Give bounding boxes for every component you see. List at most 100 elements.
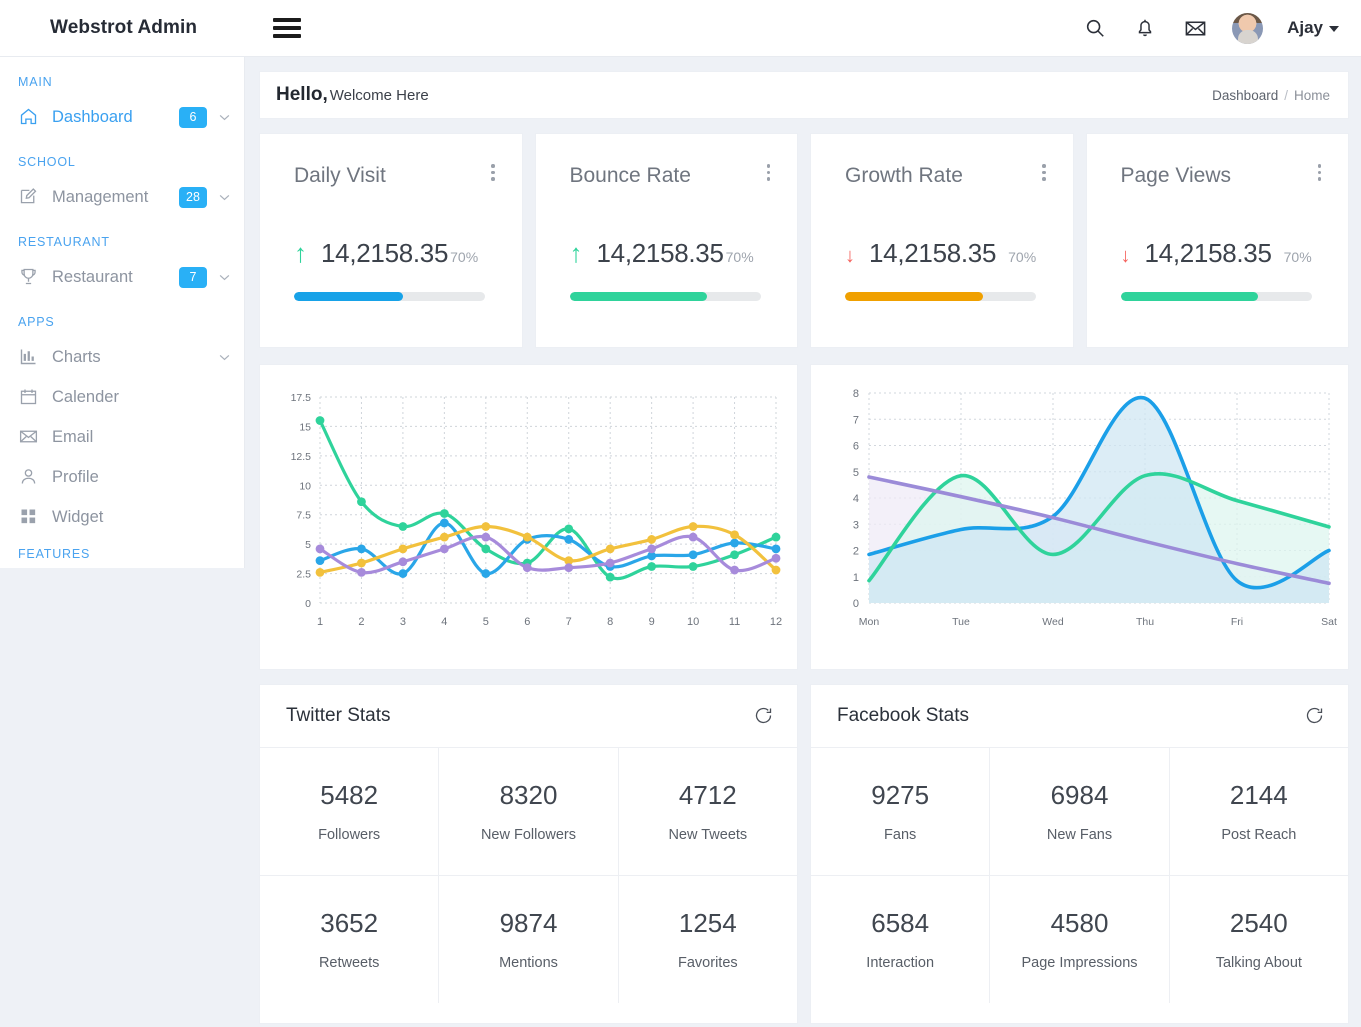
stat-value: 4580 bbox=[1050, 908, 1109, 938]
stats-row: 6584 Interaction 4580 Page Impressions 2540 T… bbox=[811, 875, 1348, 1003]
sidebar-section-restaurant: RESTAURANT bbox=[18, 235, 110, 249]
svg-text:5: 5 bbox=[853, 467, 859, 479]
stat-label: New Followers bbox=[480, 827, 577, 843]
kpi-progress-track bbox=[294, 292, 485, 301]
envelope-icon[interactable] bbox=[1182, 15, 1208, 41]
kpi-value-row: ↓ 14,2158.35 70% bbox=[845, 238, 1039, 269]
sidebar-item-label: Widget bbox=[52, 507, 104, 526]
stat-label: New Tweets bbox=[668, 827, 748, 843]
stat-cell: 9275 Fans bbox=[811, 747, 990, 875]
sidebar-item-calender[interactable]: Calender bbox=[0, 377, 244, 417]
social-panel-twitter-stats: Twitter Stats 5482 Followers 8320 New Follow… bbox=[259, 684, 798, 1024]
stats-row: 3652 Retweets 9874 Mentions 1254 Favorites bbox=[260, 875, 797, 1003]
kpi-title: Daily Visit bbox=[294, 164, 386, 187]
envelope-icon bbox=[18, 426, 40, 448]
kpi-menu-icon[interactable] bbox=[1042, 164, 1046, 181]
dashboard-page: Webstrot Admin Ajay MAIN Dashboard 6 SCH… bbox=[0, 0, 1361, 1027]
sidebar-section-features: FEATURES bbox=[18, 547, 91, 561]
kpi-value-row: ↑ 14,2158.35 70% bbox=[294, 238, 488, 269]
trend-up-icon: ↑ bbox=[294, 238, 307, 268]
svg-text:7: 7 bbox=[853, 414, 859, 426]
sidebar-item-label: Restaurant bbox=[52, 267, 133, 286]
chevron-down-icon[interactable] bbox=[219, 274, 230, 281]
kpi-progress-fill bbox=[294, 292, 403, 301]
hamburger-icon[interactable] bbox=[273, 18, 302, 38]
bell-icon[interactable] bbox=[1132, 15, 1158, 41]
multi-line-chart-card: 0 2.5 5 7.5 10 12.5 15 17.5 1 2 3 4 5 6 7 8 9 10 11 12 bbox=[259, 364, 798, 670]
refresh-icon[interactable] bbox=[753, 705, 775, 727]
panel-title: Twitter Stats bbox=[286, 705, 391, 726]
svg-text:2.5: 2.5 bbox=[296, 569, 311, 581]
stat-label: Page Impressions bbox=[1021, 955, 1138, 971]
user-icon bbox=[18, 466, 40, 488]
stat-value: 6984 bbox=[1050, 780, 1109, 810]
stat-label: Talking About bbox=[1215, 955, 1302, 971]
trophy-icon bbox=[18, 266, 40, 288]
kpi-percent: 70% bbox=[725, 249, 754, 265]
breadcrumb-parent[interactable]: Dashboard bbox=[1212, 88, 1278, 103]
stats-row: 5482 Followers 8320 New Followers 4712 New Tw… bbox=[260, 747, 797, 875]
stat-cell: 3652 Retweets bbox=[260, 875, 439, 1003]
svg-text:8: 8 bbox=[853, 388, 859, 400]
kpi-menu-icon[interactable] bbox=[491, 164, 495, 181]
sidebar-item-charts[interactable]: Charts bbox=[0, 337, 244, 377]
stat-value: 4712 bbox=[678, 780, 737, 810]
svg-text:6: 6 bbox=[853, 441, 859, 453]
sidebar-badge: 28 bbox=[179, 186, 207, 208]
sidebar-item-widget[interactable]: Widget bbox=[0, 497, 244, 537]
kpi-value-row: ↑ 14,2158.35 70% bbox=[570, 238, 764, 269]
kpi-cards-row: Daily Visit ↑ 14,2158.35 70% Bounce Rate ↑ 14,… bbox=[259, 133, 1349, 348]
svg-text:Sat: Sat bbox=[1321, 616, 1337, 628]
kpi-menu-icon[interactable] bbox=[766, 164, 770, 181]
grid-icon bbox=[18, 506, 40, 528]
svg-text:7.5: 7.5 bbox=[296, 510, 311, 522]
chevron-down-icon[interactable] bbox=[219, 114, 230, 121]
sidebar-item-management[interactable]: Management 28 bbox=[0, 177, 244, 217]
kpi-value-row: ↓ 14,2158.35 70% bbox=[1121, 238, 1315, 269]
stat-value: 1254 bbox=[678, 908, 737, 938]
trend-up-icon: ↑ bbox=[569, 238, 583, 268]
kpi-progress-fill bbox=[845, 292, 983, 301]
svg-text:10: 10 bbox=[299, 480, 311, 492]
calendar-icon bbox=[18, 386, 40, 408]
chevron-down-icon[interactable] bbox=[219, 194, 230, 201]
sidebar-item-profile[interactable]: Profile bbox=[0, 457, 244, 497]
greeting-text: Hello, bbox=[276, 84, 328, 105]
svg-text:0: 0 bbox=[853, 598, 859, 610]
stat-cell: 6984 New Fans bbox=[989, 747, 1169, 875]
svg-text:Wed: Wed bbox=[1042, 616, 1064, 628]
sidebar-item-label: Calender bbox=[52, 387, 119, 406]
stat-cell: 2144 Post Reach bbox=[1168, 747, 1348, 875]
chevron-down-icon[interactable] bbox=[219, 354, 230, 361]
svg-text:1: 1 bbox=[317, 616, 323, 628]
stat-cell: 4712 New Tweets bbox=[617, 747, 797, 875]
sidebar-item-email[interactable]: Email bbox=[0, 417, 244, 457]
app-brand: Webstrot Admin bbox=[50, 17, 198, 38]
stat-label: Followers bbox=[318, 827, 381, 843]
kpi-value: 14,2158.35 bbox=[1144, 238, 1272, 268]
svg-text:9: 9 bbox=[649, 616, 655, 628]
trend-down-icon: ↓ bbox=[845, 245, 855, 267]
svg-text:12.5: 12.5 bbox=[291, 451, 312, 463]
breadcrumb-current: Home bbox=[1293, 87, 1330, 103]
user-menu[interactable]: Ajay bbox=[1287, 18, 1339, 38]
svg-text:17.5: 17.5 bbox=[291, 392, 312, 404]
refresh-icon[interactable] bbox=[1304, 705, 1326, 727]
home-icon bbox=[18, 106, 40, 128]
sidebar-item-dashboard[interactable]: Dashboard 6 bbox=[0, 97, 244, 137]
avatar[interactable] bbox=[1232, 12, 1264, 44]
trend-down-icon: ↓ bbox=[1120, 245, 1131, 267]
svg-text:10: 10 bbox=[687, 616, 699, 628]
charts-row: 0 2.5 5 7.5 10 12.5 15 17.5 1 2 3 4 5 6 7 8 9 10 11 12 0123… bbox=[259, 364, 1349, 670]
bar-chart-icon bbox=[18, 346, 40, 368]
sidebar-item-restaurant[interactable]: Restaurant 7 bbox=[0, 257, 244, 297]
svg-text:3: 3 bbox=[853, 519, 859, 531]
kpi-value: 14,2158.35 bbox=[321, 238, 449, 268]
top-header: Webstrot Admin Ajay bbox=[0, 0, 1361, 57]
search-icon[interactable] bbox=[1082, 15, 1108, 41]
stat-label: Mentions bbox=[499, 955, 558, 971]
svg-text:4: 4 bbox=[853, 493, 859, 505]
panel-title: Facebook Stats bbox=[837, 705, 970, 726]
kpi-menu-icon[interactable] bbox=[1317, 164, 1321, 181]
header-actions: Ajay bbox=[1082, 12, 1339, 44]
